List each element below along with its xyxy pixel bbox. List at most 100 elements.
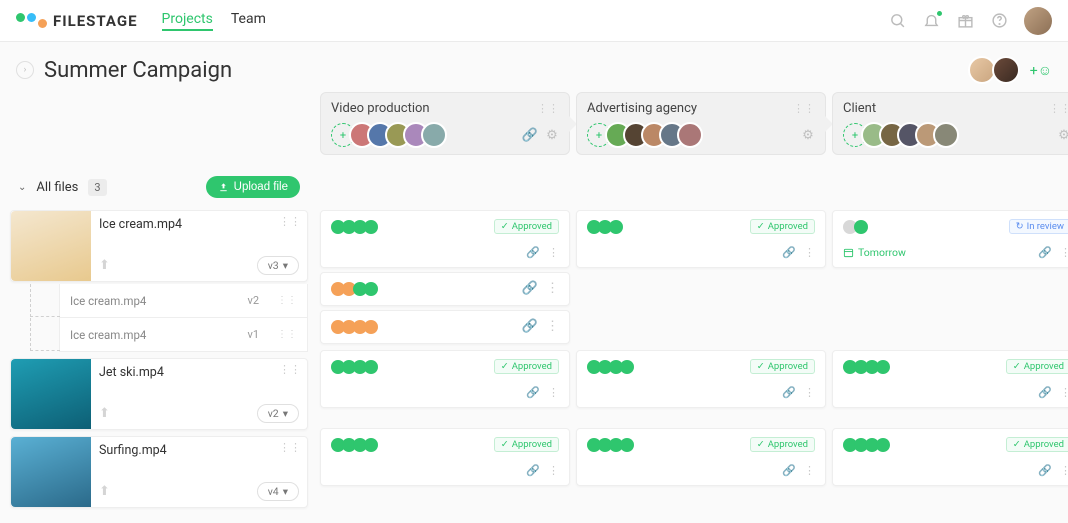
- more-icon[interactable]: ⋮: [548, 246, 559, 259]
- link-icon[interactable]: 🔗: [1038, 246, 1052, 259]
- more-icon[interactable]: ⋮⋮: [279, 441, 301, 454]
- more-icon[interactable]: ⋮⋮: [537, 102, 559, 115]
- files-header: ⌄ All files 3 Upload file: [4, 164, 314, 208]
- reviewer-avatar[interactable]: [421, 122, 447, 148]
- upload-version-icon[interactable]: ⬆: [99, 484, 110, 499]
- link-icon[interactable]: 🔗: [526, 464, 540, 477]
- more-icon[interactable]: ⋮: [804, 386, 815, 399]
- help-icon[interactable]: [990, 12, 1008, 30]
- more-icon[interactable]: ⋮: [804, 246, 815, 259]
- review-card[interactable]: ✓ Approved 🔗⋮: [320, 210, 570, 268]
- user-avatar[interactable]: [1024, 7, 1052, 35]
- more-icon[interactable]: ⋮: [1060, 464, 1068, 477]
- gear-icon[interactable]: ⚙: [1057, 128, 1068, 142]
- calendar-icon: [843, 247, 854, 258]
- header-actions: [888, 7, 1052, 35]
- file-card[interactable]: Jet ski.mp4 ⋮⋮ ⬆ v2 ▾: [10, 358, 308, 430]
- logo[interactable]: FILESTAGE: [16, 12, 138, 30]
- upload-icon: [218, 182, 229, 193]
- review-card[interactable]: ✓ Approved 🔗 ⋮: [576, 428, 826, 486]
- upload-label: Upload file: [234, 181, 288, 193]
- add-member-icon[interactable]: +☺: [1030, 62, 1052, 79]
- more-icon[interactable]: ⋮: [1060, 386, 1068, 399]
- link-icon[interactable]: 🔗: [782, 464, 796, 477]
- file-version-row[interactable]: Ice cream.mp4v2⋮⋮: [59, 284, 308, 318]
- file-card[interactable]: Surfing.mp4 ⋮⋮ ⬆ v4 ▾: [10, 436, 308, 508]
- stage-title: Advertising agency: [587, 101, 697, 116]
- more-icon[interactable]: ⋮⋮: [793, 102, 815, 115]
- stage-column: Advertising agency⋮⋮ + ⚙ ✓ Approved 🔗⋮ ✓…: [576, 92, 826, 490]
- nav-projects[interactable]: Projects: [162, 11, 213, 31]
- project-title: Summer Campaign: [44, 58, 232, 83]
- review-card[interactable]: 🔗⋮: [320, 272, 570, 306]
- review-card[interactable]: 🔗⋮: [320, 310, 570, 344]
- review-card[interactable]: ✓ Approved 🔗⋮: [320, 350, 570, 408]
- link-icon[interactable]: 🔗: [526, 386, 540, 399]
- collapse-icon[interactable]: ⌄: [18, 182, 26, 193]
- more-icon[interactable]: ⋮: [546, 281, 559, 296]
- review-card[interactable]: ✓ Approved 🔗⋮: [576, 210, 826, 268]
- file-thumb: [11, 359, 91, 429]
- file-card[interactable]: Ice cream.mp4 ⋮⋮ ⬆ v3 ▾: [10, 210, 308, 282]
- gift-icon[interactable]: [956, 12, 974, 30]
- status-approved: ✓ Approved: [750, 437, 815, 452]
- review-card[interactable]: ✓ Approved 🔗 ⋮: [320, 428, 570, 486]
- stage-title: Client: [843, 101, 876, 116]
- more-icon[interactable]: ⋮: [804, 464, 815, 477]
- stage-column: Client⋮⋮ + ⚙ ↻ In review Tomorrow🔗⋮ ✓ Ap…: [832, 92, 1068, 490]
- member-avatar[interactable]: [992, 56, 1020, 84]
- more-icon[interactable]: ⋮: [548, 464, 559, 477]
- more-icon[interactable]: ⋮⋮: [279, 215, 301, 228]
- version-button[interactable]: v3 ▾: [257, 256, 299, 275]
- gear-icon[interactable]: ⚙: [801, 128, 815, 142]
- link-icon[interactable]: 🔗: [522, 319, 538, 334]
- more-icon[interactable]: ⋮: [548, 386, 559, 399]
- file-count-badge: 3: [88, 179, 106, 196]
- more-icon[interactable]: ⋮: [1060, 246, 1068, 259]
- more-icon[interactable]: ⋮⋮: [1049, 102, 1068, 115]
- more-icon[interactable]: ⋮: [546, 319, 559, 334]
- bell-icon[interactable]: [922, 12, 940, 30]
- logo-icon: [16, 13, 47, 28]
- link-icon[interactable]: 🔗: [782, 246, 796, 259]
- all-files-label: All files: [36, 180, 78, 195]
- status-approved: ✓ Approved: [1006, 359, 1068, 374]
- back-chevron-icon[interactable]: ›: [16, 61, 34, 79]
- board: ⌄ All files 3 Upload file Ice cream.mp4 …: [0, 92, 1068, 510]
- status-approved: ✓ Approved: [494, 437, 559, 452]
- reviewer-avatar[interactable]: [677, 122, 703, 148]
- search-icon[interactable]: [888, 12, 906, 30]
- upload-version-icon[interactable]: ⬆: [99, 258, 110, 273]
- more-icon[interactable]: ⋮⋮: [277, 329, 297, 340]
- more-icon[interactable]: ⋮⋮: [279, 363, 301, 376]
- review-card[interactable]: ✓ Approved 🔗 ⋮: [832, 428, 1068, 486]
- reviewer-avatar[interactable]: [933, 122, 959, 148]
- file-thumb: [11, 211, 91, 281]
- notification-dot: [936, 10, 943, 17]
- status-approved: ✓ Approved: [1006, 437, 1068, 452]
- stage-title: Video production: [331, 101, 430, 116]
- link-icon[interactable]: 🔗: [782, 386, 796, 399]
- logo-text: FILESTAGE: [53, 12, 138, 30]
- review-card[interactable]: ✓ Approved 🔗 ⋮: [832, 350, 1068, 408]
- upload-version-icon[interactable]: ⬆: [99, 406, 110, 421]
- stage-header: Video production⋮⋮ + 🔗⚙: [320, 92, 570, 155]
- version-button[interactable]: v4 ▾: [257, 482, 299, 501]
- link-icon[interactable]: 🔗: [526, 246, 540, 259]
- link-icon[interactable]: 🔗: [522, 281, 538, 296]
- due-date: Tomorrow: [843, 246, 906, 259]
- link-icon[interactable]: 🔗: [1038, 464, 1052, 477]
- upload-button[interactable]: Upload file: [206, 176, 300, 198]
- file-name: Ice cream.mp4: [99, 217, 299, 232]
- nav-team[interactable]: Team: [231, 11, 266, 31]
- stage-column: Video production⋮⋮ + 🔗⚙ ✓ Approved 🔗⋮ 🔗⋮…: [320, 92, 570, 490]
- gear-icon[interactable]: ⚙: [545, 128, 559, 142]
- review-card[interactable]: ✓ Approved 🔗⋮: [576, 350, 826, 408]
- version-button[interactable]: v2 ▾: [257, 404, 299, 423]
- file-name: Surfing.mp4: [99, 443, 299, 458]
- link-icon[interactable]: 🔗: [1038, 386, 1052, 399]
- link-icon[interactable]: 🔗: [523, 128, 537, 142]
- file-version-row[interactable]: Ice cream.mp4v1⋮⋮: [59, 318, 308, 352]
- more-icon[interactable]: ⋮⋮: [277, 295, 297, 306]
- review-card[interactable]: ↻ In review Tomorrow🔗⋮: [832, 210, 1068, 268]
